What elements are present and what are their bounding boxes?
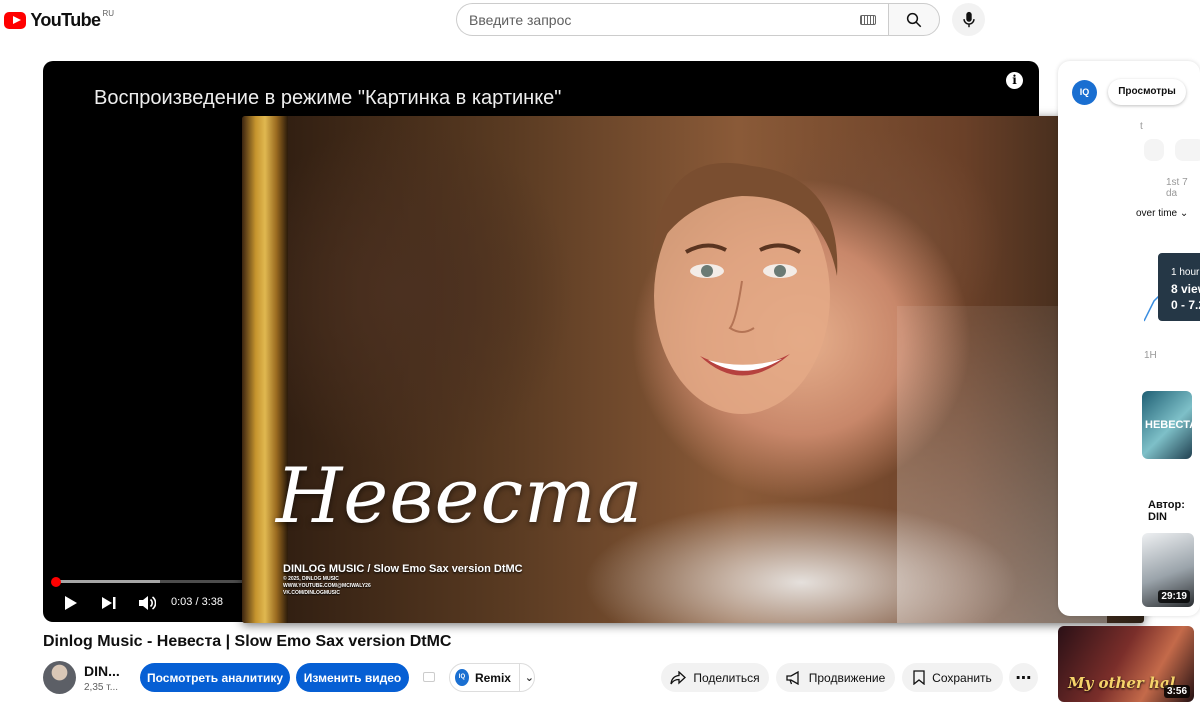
credit-line: VK.COM/DINLOGMUSIC (283, 590, 340, 596)
megaphone-icon (786, 670, 799, 685)
related-thumbnail[interactable]: 29:19 (1142, 533, 1194, 607)
author-label: Автор: DIN (1148, 499, 1185, 523)
partial-label: t (1140, 121, 1143, 132)
chevron-down-icon[interactable]: ⌄ (525, 671, 534, 684)
pip-window[interactable]: Невеста DINLOG MUSIC / Slow Emo Sax vers… (242, 116, 1144, 623)
save-label: Сохранить (932, 670, 992, 685)
volume-icon[interactable] (138, 595, 156, 611)
metric-card (1175, 139, 1200, 161)
axis-label: 1H (1144, 350, 1157, 361)
related-thumbnail[interactable]: НЕВЕСТА (1142, 391, 1192, 459)
search-button[interactable] (888, 3, 940, 36)
credit-line: WWW.YOUTUBE.COM/@MCIWALY26 (283, 583, 371, 589)
video-duration: 29:19 (1158, 590, 1190, 603)
video-art-title: Невеста (276, 451, 644, 540)
tooltip-views: 8 view (1171, 282, 1200, 296)
more-icon: ⋯ (1015, 669, 1032, 687)
edit-video-button[interactable]: Изменить видео (296, 663, 409, 692)
youtube-logo[interactable]: YouTube RU (4, 9, 114, 31)
voice-search-button[interactable] (952, 3, 985, 36)
save-button[interactable]: Сохранить (902, 663, 1003, 692)
share-label: Поделиться (693, 670, 760, 685)
logo-wordmark: YouTube (30, 9, 101, 30)
over-time-label: over time (1136, 208, 1178, 219)
search-icon (906, 12, 922, 27)
search-bar (456, 3, 940, 36)
related-thumbnail[interactable]: My other hal 3:56 (1058, 626, 1194, 702)
remix-logo-icon: IQ (455, 669, 469, 686)
video-title: Dinlog Music - Невеста | Slow Emo Sax ve… (43, 633, 452, 650)
first-days-label: 1st 7 da (1166, 177, 1188, 199)
chart-tooltip: 1 hour 8 view 0 - 7.2 (1158, 253, 1200, 321)
credit-line: © 2025, DINLOG MUSIC (283, 576, 339, 582)
search-input[interactable] (469, 11, 860, 28)
thumbnail-text: НЕВЕСТА (1145, 419, 1192, 431)
metric-card (1144, 139, 1164, 161)
video-art-subtitle: DINLOG MUSIC / Slow Emo Sax version DtMC (283, 563, 523, 575)
divider (518, 663, 520, 692)
mirror-frame (242, 116, 288, 623)
video-duration: 3:56 (1163, 685, 1190, 698)
search-box (456, 3, 888, 36)
view-analytics-button[interactable]: Посмотреть аналитику (140, 663, 290, 692)
thumbnail-art-text: My other hal (1068, 674, 1176, 692)
analytics-panel: IQ Просмотры t 1st 7 da over time ⌄ 1 ho… (1058, 61, 1200, 616)
subtitle-icon[interactable] (423, 672, 435, 682)
tooltip-time: 1 hour (1171, 267, 1200, 278)
share-icon (670, 670, 687, 684)
bookmark-icon (913, 670, 925, 685)
info-icon[interactable]: i (1006, 72, 1023, 89)
microphone-icon (962, 11, 975, 27)
next-icon[interactable] (101, 596, 117, 610)
subscriber-count: 2,35 т... (84, 682, 119, 693)
share-button[interactable]: Поделиться (661, 663, 769, 692)
remix-button[interactable]: IQ Remix ⌄ (449, 663, 535, 692)
pip-mode-message: Воспроизведение в режиме "Картинка в кар… (94, 87, 562, 109)
play-icon[interactable] (64, 595, 78, 611)
bride-face-illustration (652, 162, 838, 414)
views-tab[interactable]: Просмотры (1108, 79, 1186, 105)
remix-label: Remix (474, 670, 511, 685)
progress-scrubber[interactable] (51, 577, 61, 587)
keyboard-icon[interactable] (860, 14, 876, 25)
time-display: 0:03 / 3:38 (171, 596, 223, 608)
progress-buffer (52, 580, 160, 583)
video-art-credits: © 2025, DINLOG MUSIC WWW.YOUTUBE.COM/@MC… (283, 576, 371, 597)
youtube-play-icon (4, 11, 27, 29)
channel-name[interactable]: DIN... (84, 663, 120, 679)
promote-label: Продвижение (808, 670, 886, 685)
country-code: RU (102, 8, 114, 18)
tooltip-range: 0 - 7.2 (1171, 298, 1200, 312)
extension-logo[interactable]: IQ (1072, 80, 1097, 105)
over-time-select[interactable]: over time ⌄ (1136, 208, 1188, 219)
promote-button[interactable]: Продвижение (776, 663, 895, 692)
channel-avatar[interactable] (43, 661, 76, 694)
more-actions-button[interactable]: ⋯ (1009, 663, 1038, 692)
chevron-down-icon: ⌄ (1179, 208, 1189, 219)
